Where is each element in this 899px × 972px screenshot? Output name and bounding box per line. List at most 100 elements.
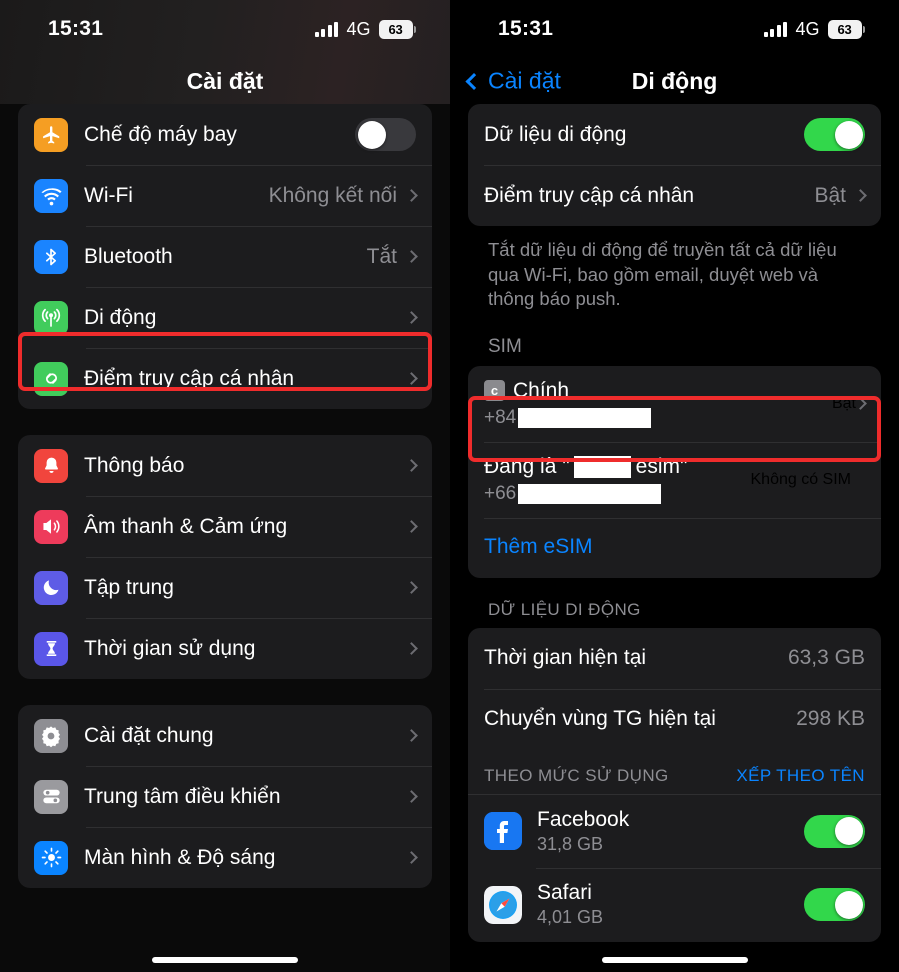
safari-icon — [484, 885, 522, 924]
app-sort-header: THEO MỨC SỬ DỤNG XẾP THEO TÊN — [468, 750, 881, 794]
chevron-right-icon — [405, 729, 418, 742]
chevron-right-icon — [405, 851, 418, 864]
right-nav-bar: Cài đặt Di động — [450, 58, 899, 104]
chevron-right-icon — [405, 581, 418, 594]
battery-icon: 63 — [378, 19, 416, 39]
control-center-icon — [34, 779, 68, 814]
row-label: Màn hình & Độ sáng — [84, 845, 276, 869]
back-button[interactable]: Cài đặt — [465, 67, 561, 95]
battery-percent: 63 — [388, 21, 403, 37]
signal-bars-icon — [314, 21, 339, 37]
row-label: Trung tâm điều khiển — [84, 784, 281, 808]
settings-list: Chế độ máy bay Wi-Fi Không kết nối Bluet — [0, 104, 450, 888]
sim-section-header: SIM — [488, 335, 522, 357]
status-indicators: 4G 63 — [763, 19, 865, 40]
sidebar-item-bluetooth[interactable]: Bluetooth Tắt — [18, 226, 432, 287]
back-button-label: Cài đặt — [488, 67, 561, 94]
chevron-right-icon — [405, 311, 418, 324]
row-label: Tập trung — [84, 575, 174, 599]
battery-icon: 63 — [827, 19, 865, 39]
row-personal-hotspot[interactable]: Điểm truy cập cá nhân Bật — [468, 165, 881, 226]
facebook-icon — [484, 812, 522, 851]
app-info: Safari 4,01 GB — [537, 881, 804, 928]
settings-group-notifications: Thông báo Âm thanh & Cảm ứng Tập trung T… — [18, 435, 432, 679]
sidebar-item-airplane-mode[interactable]: Chế độ máy bay — [18, 104, 432, 165]
sort-by-name-button[interactable]: XẾP THEO TÊN — [736, 766, 865, 786]
bluetooth-icon — [34, 239, 68, 274]
row-label: Bluetooth — [84, 244, 173, 268]
row-label: Thời gian sử dụng — [84, 636, 256, 660]
row-label: Chế độ máy bay — [84, 122, 237, 146]
sidebar-item-sounds-haptics[interactable]: Âm thanh & Cảm ứng — [18, 496, 432, 557]
sidebar-item-focus[interactable]: Tập trung — [18, 557, 432, 618]
right-status-bar: 15:31 4G 63 — [450, 0, 899, 58]
brightness-icon — [34, 840, 68, 875]
chevron-right-icon — [405, 372, 418, 385]
facebook-data-switch[interactable] — [804, 814, 865, 848]
row-current-period[interactable]: Thời gian hiện tại 63,3 GB — [468, 628, 881, 689]
chevron-right-icon — [405, 790, 418, 803]
dual-phone-screenshot: 15:31 4G 63 Cài đặt Chế độ máy bay Wi-Fi… — [0, 0, 899, 972]
sim-secondary-number: +66 — [484, 483, 751, 505]
redacted-phone-number — [518, 407, 652, 428]
row-value: 63,3 GB — [787, 646, 865, 670]
sim-secondary-title: Đang là " esim" — [484, 455, 751, 479]
mobile-data-footnote: Tắt dữ liệu di động để truyền tất cả dữ … — [488, 239, 837, 310]
chevron-right-icon — [854, 397, 867, 411]
status-indicators: 4G 63 — [314, 19, 416, 40]
sidebar-item-cellular[interactable]: Di động — [18, 287, 432, 348]
home-indicator — [601, 957, 748, 963]
row-label: Cài đặt chung — [84, 723, 214, 747]
sim-label-suffix: esim" — [635, 454, 688, 478]
sim-row-secondary[interactable]: Đang là " esim" +66 Không có SIM — [468, 441, 881, 518]
sidebar-item-control-center[interactable]: Trung tâm điều khiển — [18, 766, 432, 827]
settings-group-connectivity: Chế độ máy bay Wi-Fi Không kết nối Bluet — [18, 104, 432, 409]
row-label: Thông báo — [84, 453, 185, 477]
app-row-facebook[interactable]: Facebook 31,8 GB — [468, 793, 881, 868]
sim-primary-number: +84 — [484, 407, 832, 429]
sidebar-item-personal-hotspot[interactable]: Điểm truy cập cá nhân — [18, 348, 432, 409]
app-name: Facebook — [537, 807, 630, 831]
sim-name: Chính — [513, 378, 570, 402]
sidebar-item-screen-time[interactable]: Thời gian sử dụng — [18, 618, 432, 679]
chevron-left-icon — [465, 72, 483, 90]
mobile-data-switch[interactable] — [804, 118, 865, 151]
row-label: Âm thanh & Cảm ứng — [84, 514, 288, 538]
row-mobile-data[interactable]: Dữ liệu di động — [468, 104, 881, 165]
app-name: Safari — [537, 881, 592, 905]
airplane-mode-switch[interactable] — [355, 118, 416, 151]
sidebar-item-display-brightness[interactable]: Màn hình & Độ sáng — [18, 827, 432, 888]
sidebar-item-notifications[interactable]: Thông báo — [18, 435, 432, 496]
hotspot-icon — [34, 361, 68, 396]
cellular-settings-list: Dữ liệu di động Điểm truy cập cá nhân Bậ… — [450, 104, 899, 942]
page-title: Di động — [631, 67, 718, 94]
app-row-safari[interactable]: Safari 4,01 GB — [468, 867, 881, 942]
hourglass-icon — [34, 631, 68, 666]
wifi-icon — [34, 178, 68, 213]
row-value: Tắt — [366, 244, 397, 268]
sidebar-item-wifi[interactable]: Wi-Fi Không kết nối — [18, 165, 432, 226]
sim-row-primary[interactable]: c Chính +84 Bật — [468, 366, 881, 442]
sim-secondary-info: Đang là " esim" +66 — [484, 455, 751, 505]
sim-primary-status: Bật — [831, 394, 856, 412]
signal-bars-icon — [763, 21, 788, 37]
left-nav-bar: Cài đặt — [0, 58, 450, 104]
status-time: 15:31 — [498, 17, 554, 40]
chevron-right-icon — [405, 189, 418, 202]
bell-icon — [34, 448, 68, 483]
safari-data-switch[interactable] — [804, 888, 865, 922]
left-status-bar: 15:31 4G 63 — [0, 0, 450, 58]
row-label: Di động — [84, 305, 157, 329]
row-label: Dữ liệu di động — [484, 122, 627, 146]
page-title: Cài đặt — [186, 67, 264, 94]
sim-primary-title: c Chính — [484, 379, 832, 403]
focus-moon-icon — [34, 570, 68, 605]
app-info: Facebook 31,8 GB — [537, 808, 804, 855]
airplane-icon — [34, 117, 68, 152]
sidebar-item-general[interactable]: Cài đặt chung — [18, 705, 432, 766]
cellular-icon — [34, 300, 68, 335]
add-esim-button[interactable]: Thêm eSIM — [468, 517, 881, 578]
row-current-roaming[interactable]: Chuyển vùng TG hiện tại 298 KB — [468, 688, 881, 750]
sim-badge-icon: c — [484, 380, 505, 402]
row-label: Điểm truy cập cá nhân — [484, 183, 695, 207]
